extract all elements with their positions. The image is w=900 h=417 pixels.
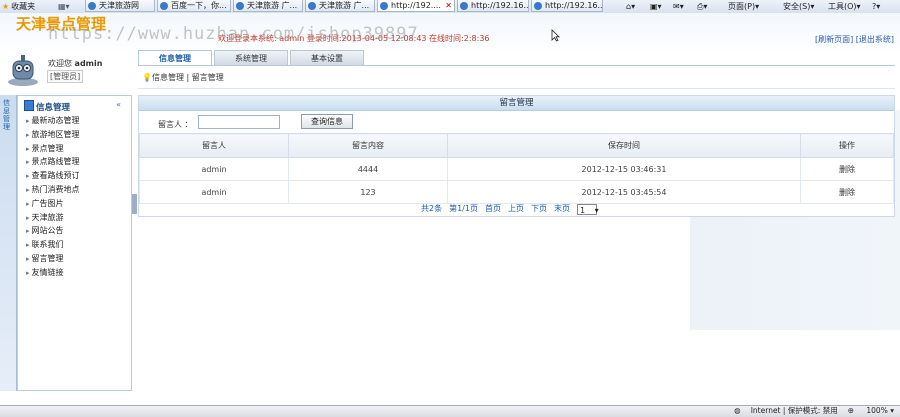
pagination: 共2条 第1/1页 首页 上页 下页 末页 1 ▾ bbox=[421, 203, 599, 215]
table-header-row: 留言人 留言内容 保存时间 操作 bbox=[139, 133, 894, 158]
page-icon bbox=[308, 2, 316, 10]
cell-author: admin bbox=[139, 180, 289, 204]
breadcrumb-item[interactable]: 信息管理 bbox=[152, 73, 184, 82]
browser-tab[interactable]: 天津旅游网 bbox=[85, 0, 155, 12]
favorites-button[interactable]: ★ 收藏夹 bbox=[2, 0, 35, 13]
zone-status: Internet | 保护模式: 禁用 bbox=[750, 406, 838, 415]
mouse-cursor-icon bbox=[551, 29, 560, 42]
browser-tab-active[interactable]: http://192.... ✕ bbox=[377, 0, 455, 12]
sidebar-item-ad-images[interactable]: 广告图片 bbox=[26, 197, 80, 211]
sub-nav-bar bbox=[138, 65, 895, 89]
column-header: 留言内容 bbox=[288, 133, 448, 158]
cell-content: 123 bbox=[288, 180, 448, 204]
cell-time: 2012-12-15 03:46:31 bbox=[447, 157, 801, 181]
page-menu[interactable]: 页面(P)▾ bbox=[728, 0, 759, 13]
sidebar-item-travel-regions[interactable]: 旅游地区管理 bbox=[26, 128, 80, 142]
sidebar-strip[interactable]: 信息管理 bbox=[0, 95, 17, 391]
sidebar-item-route-bookings[interactable]: 查看路线预订 bbox=[26, 169, 80, 183]
star-icon: ★ bbox=[2, 2, 10, 11]
robot-avatar-icon bbox=[8, 55, 38, 86]
user-greeting: 欢迎您 admin bbox=[48, 59, 103, 68]
pager-prev[interactable]: 上页 bbox=[508, 204, 524, 213]
cell-content: 4444 bbox=[288, 157, 448, 181]
document-icon bbox=[24, 100, 34, 111]
help-icon[interactable]: ?▾ bbox=[872, 0, 880, 13]
sidebar-collapse-handle[interactable] bbox=[132, 194, 137, 214]
pager-page-info: 第1/1页 bbox=[449, 204, 478, 213]
sidebar-item-attraction-routes[interactable]: 景点路线管理 bbox=[26, 155, 80, 169]
tab-system-management[interactable]: 系统管理 bbox=[214, 50, 288, 66]
table-row: admin 4444 2012-12-15 03:46:31 删除 bbox=[139, 157, 894, 181]
pager-total: 共2条 bbox=[421, 204, 443, 213]
tab-basic-settings[interactable]: 基本设置 bbox=[290, 50, 364, 66]
column-header: 留言人 bbox=[139, 133, 289, 158]
feeds-icon[interactable]: ▣▾ bbox=[650, 0, 662, 13]
breadcrumb: 💡信息管理 | 留言管理 bbox=[142, 73, 224, 82]
zoom-control[interactable]: ⊕ 100% ▾ bbox=[848, 406, 894, 415]
avatar bbox=[5, 53, 41, 87]
header-links[interactable]: [刷新页面] [退出系统] bbox=[815, 34, 894, 45]
sidebar-item-links[interactable]: 友情链接 bbox=[26, 266, 80, 280]
quick-tabs-icon[interactable]: ▦▾ bbox=[58, 1, 78, 12]
sidebar-item-attractions[interactable]: 景点管理 bbox=[26, 142, 80, 156]
sidebar-item-hot-spots[interactable]: 热门消费地点 bbox=[26, 183, 80, 197]
close-tab-icon[interactable]: ✕ bbox=[445, 0, 452, 11]
query-label: 留言人 ： bbox=[158, 120, 193, 129]
delete-link[interactable]: 删除 bbox=[800, 180, 894, 204]
browser-tab[interactable]: http://192.16... bbox=[457, 0, 529, 12]
watermark-text: https://www.huzhan.com/ishop39897 bbox=[48, 24, 419, 44]
sidebar-heading[interactable]: 信息管理 bbox=[24, 100, 70, 113]
page-icon bbox=[236, 2, 244, 10]
page-icon bbox=[460, 2, 468, 10]
page-icon bbox=[380, 2, 388, 10]
sidebar-item-contact-us[interactable]: 联系我们 bbox=[26, 238, 80, 252]
page-icon bbox=[88, 2, 96, 10]
user-name: admin bbox=[74, 59, 103, 68]
breadcrumb-item[interactable]: 留言管理 bbox=[192, 73, 224, 82]
page-select[interactable]: 1 ▾ bbox=[576, 204, 599, 215]
panel-title: 留言管理 bbox=[139, 96, 894, 111]
messages-table: 留言人 留言内容 保存时间 操作 admin 4444 2012-12-15 0… bbox=[139, 133, 894, 204]
cell-time: 2012-12-15 03:45:54 bbox=[447, 180, 801, 204]
sidebar-item-messages[interactable]: 留言管理 bbox=[26, 252, 80, 266]
pager-last[interactable]: 末页 bbox=[554, 204, 570, 213]
print-icon[interactable]: ⎙▾ bbox=[697, 0, 707, 13]
author-search-input[interactable] bbox=[198, 115, 280, 129]
query-button[interactable]: 查询信息 bbox=[301, 114, 353, 129]
cell-author: admin bbox=[139, 157, 289, 181]
browser-tab[interactable]: http://192.16... bbox=[531, 0, 603, 12]
collapse-up-icon[interactable]: « bbox=[116, 100, 121, 109]
user-role: [管理员] bbox=[47, 70, 84, 83]
column-header: 操作 bbox=[800, 133, 894, 158]
globe-icon: ◍ bbox=[734, 406, 741, 415]
sidebar-item-latest-news[interactable]: 最新动态管理 bbox=[26, 114, 80, 128]
delete-link[interactable]: 删除 bbox=[800, 157, 894, 181]
page-icon bbox=[534, 2, 542, 10]
column-header: 保存时间 bbox=[447, 133, 801, 158]
status-info: ◍ Internet | 保护模式: 禁用 ⊕ 100% ▾ bbox=[724, 405, 894, 416]
home-icon[interactable]: ⌂▾ bbox=[626, 0, 635, 13]
lightbulb-icon: 💡 bbox=[142, 73, 152, 82]
browser-tab[interactable]: 天津旅游 广... bbox=[305, 0, 375, 12]
mail-icon[interactable]: ✉▾ bbox=[673, 0, 684, 13]
tools-menu[interactable]: 工具(O)▾ bbox=[828, 0, 861, 13]
safety-menu[interactable]: 安全(S)▾ bbox=[783, 0, 814, 13]
table-row: admin 123 2012-12-15 03:45:54 删除 bbox=[139, 180, 894, 204]
pager-next[interactable]: 下页 bbox=[531, 204, 547, 213]
browser-tab[interactable]: 百度一下，你... bbox=[157, 0, 231, 12]
page-icon bbox=[160, 2, 168, 10]
sidebar-item-announcements[interactable]: 网站公告 bbox=[26, 224, 80, 238]
sidebar: 信息管理 « 最新动态管理 旅游地区管理 景点管理 景点路线管理 查看路线预订 … bbox=[17, 95, 132, 391]
pager-first[interactable]: 首页 bbox=[485, 204, 501, 213]
sidebar-item-tianjin-travel[interactable]: 天津旅游 bbox=[26, 211, 80, 225]
tab-info-management[interactable]: 信息管理 bbox=[138, 50, 212, 66]
browser-tab[interactable]: 天津旅游 广... bbox=[233, 0, 303, 12]
